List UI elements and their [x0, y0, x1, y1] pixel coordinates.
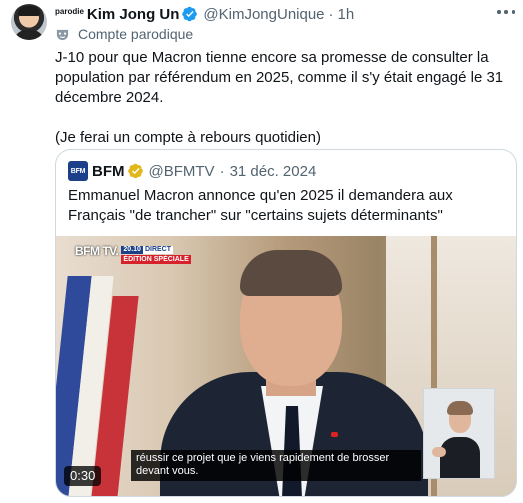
channel-live-badge: DIRECT — [142, 246, 173, 254]
separator-dot: · — [328, 5, 334, 23]
channel-logo: BFM TV. — [75, 244, 119, 258]
parody-mask-icon — [56, 29, 69, 40]
quoted-handle[interactable]: @BFMTV — [149, 163, 215, 180]
interpreter-hand — [432, 447, 446, 457]
channel-time: 20.10 — [121, 246, 143, 254]
channel-badges: 20.10 DIRECT ÉDITION SPÉCIALE — [121, 246, 191, 264]
bfm-avatar-logo[interactable]: BFM — [68, 161, 88, 181]
channel-special-banner: ÉDITION SPÉCIALE — [121, 255, 191, 264]
parody-label-text: Compte parodique — [78, 26, 194, 42]
parody-label: Compte parodique — [55, 26, 193, 42]
speaker-hair — [240, 250, 342, 296]
video-subtitle: réussir ce projet que je viens rapidemen… — [131, 450, 421, 481]
quoted-tweet[interactable]: BFM BFM @BFMTV · 31 déc. 2024 Emmanuel M… — [55, 149, 517, 497]
video-player[interactable]: BFM TV. 20.10 DIRECT ÉDITION SPÉCIALE ré… — [56, 236, 516, 496]
interpreter-body — [440, 437, 480, 478]
more-dots-icon[interactable] — [497, 5, 515, 19]
verified-badge-icon — [182, 6, 198, 22]
quoted-separator-dot: · — [219, 162, 225, 180]
dot-2 — [504, 10, 508, 14]
avatar-suit — [14, 30, 44, 40]
quoted-date[interactable]: 31 déc. 2024 — [230, 163, 317, 180]
channel-badge-row: 20.10 DIRECT — [121, 246, 190, 254]
display-name[interactable]: Kim Jong Un — [87, 6, 180, 23]
tweet-text-paragraph-2: (Je ferai un compte à rebours quotidien) — [55, 129, 321, 146]
tweet[interactable]: parodie Kim Jong Un @KimJongUnique · 1h … — [0, 0, 523, 503]
video-duration: 0:30 — [64, 466, 102, 486]
gold-verified-badge-icon — [127, 163, 143, 179]
tweet-text: J-10 pour que Macron tienne encore sa pr… — [55, 48, 515, 148]
timestamp[interactable]: 1h — [338, 6, 355, 23]
tweet-header: parodie Kim Jong Un @KimJongUnique · 1h — [55, 4, 354, 24]
interpreter-hair — [447, 401, 473, 415]
quoted-tweet-header: BFM BFM @BFMTV · 31 déc. 2024 — [68, 161, 317, 181]
tweet-text-paragraph-1: J-10 pour que Macron tienne encore sa pr… — [55, 49, 504, 106]
quoted-tweet-text: Emmanuel Macron annonce qu'en 2025 il de… — [68, 187, 453, 224]
avatar[interactable] — [11, 4, 47, 40]
dot-3 — [511, 10, 515, 14]
lapel-pin — [331, 432, 338, 437]
quoted-display-name[interactable]: BFM — [92, 163, 125, 180]
dot-1 — [497, 10, 501, 14]
sign-language-inset — [423, 388, 495, 479]
parody-tag: parodie — [55, 6, 84, 16]
avatar-hair — [18, 6, 40, 16]
channel-overlay: BFM TV. 20.10 DIRECT ÉDITION SPÉCIALE — [75, 244, 191, 264]
handle[interactable]: @KimJongUnique — [203, 6, 324, 23]
